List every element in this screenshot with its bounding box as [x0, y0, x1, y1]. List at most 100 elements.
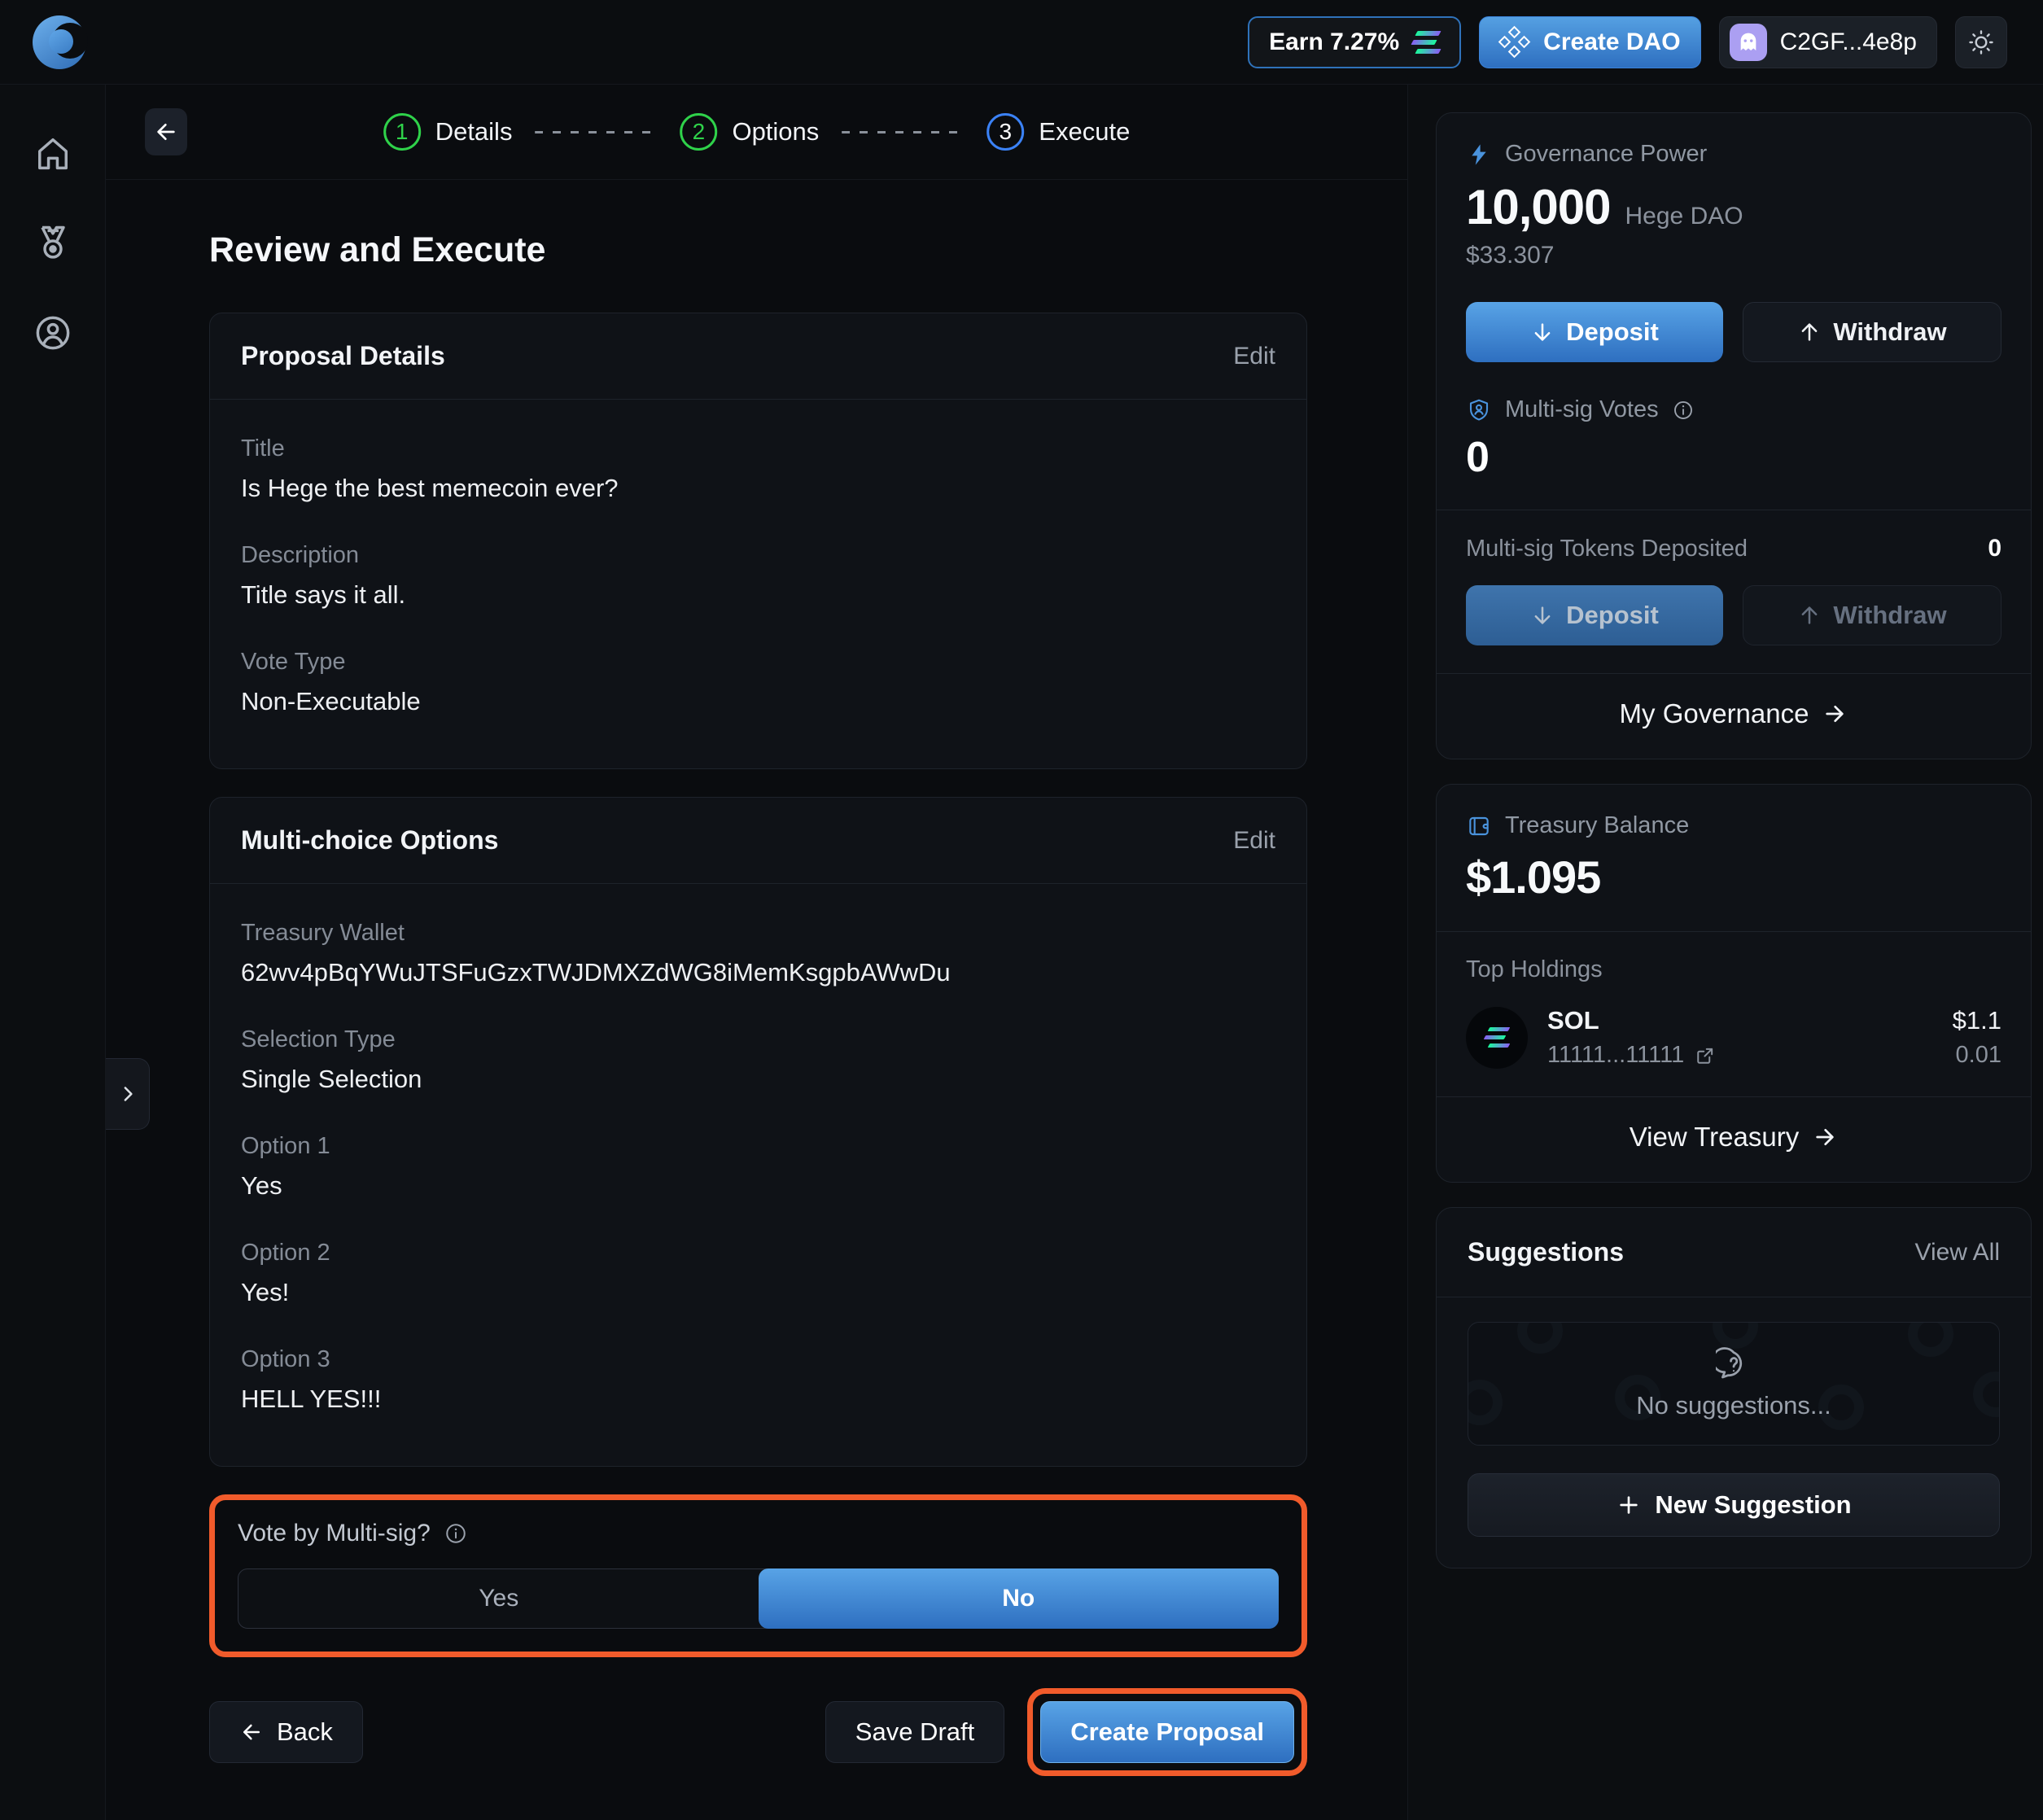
- option-3-label: Option 3: [241, 1346, 330, 1372]
- treasury-wallet-label: Treasury Wallet: [241, 920, 405, 946]
- step-execute-number: 3: [987, 113, 1025, 151]
- view-treasury-label: View Treasury: [1629, 1122, 1800, 1152]
- arrow-right-icon: [1822, 701, 1848, 727]
- arrow-left-icon: [153, 119, 179, 145]
- multisig-withdraw-button[interactable]: Withdraw: [1743, 585, 2001, 645]
- token-address-link[interactable]: 11111...11111: [1547, 1042, 1717, 1069]
- arrow-up-icon: [1797, 603, 1822, 628]
- option-1-field: Option 1 Yes: [241, 1133, 1275, 1201]
- info-icon[interactable]: [1672, 399, 1695, 422]
- governance-power-amount: 10,000: [1466, 180, 1612, 234]
- theme-toggle-button[interactable]: [1955, 15, 2007, 68]
- proposal-vote-type-field: Vote Type Non-Executable: [241, 649, 1275, 716]
- topbar-actions: Earn 7.27% Create DAO C2GF...4e8p: [1248, 15, 2007, 68]
- multisig-votes-label: Multi-sig Votes: [1505, 396, 1659, 422]
- multisig-tokens-label: Multi-sig Tokens Deposited: [1466, 535, 1748, 562]
- step-details-label: Details: [435, 117, 513, 146]
- logo-pattern: [1468, 1380, 1503, 1425]
- create-proposal-highlight: Create Proposal: [1027, 1688, 1307, 1776]
- wallet-address-label: C2GF...4e8p: [1779, 28, 1917, 55]
- step-connector: [842, 130, 965, 133]
- sun-icon: [1966, 28, 1996, 57]
- wallet-button[interactable]: C2GF...4e8p: [1718, 15, 1937, 68]
- top-holdings-label: Top Holdings: [1466, 956, 1603, 982]
- create-proposal-button[interactable]: Create Proposal: [1040, 1701, 1294, 1763]
- withdraw-label: Withdraw: [1833, 317, 1947, 346]
- suggestions-view-all-link[interactable]: View All: [1914, 1239, 2000, 1267]
- step-details-number: 1: [383, 113, 421, 151]
- treasury-balance-card: Treasury Balance $1.095 Top Holdings SOL…: [1436, 784, 2032, 1183]
- proposal-vote-type-label: Vote Type: [241, 649, 346, 675]
- my-governance-label: My Governance: [1619, 698, 1809, 728]
- sidebar-expand-button[interactable]: [106, 1058, 150, 1130]
- proposal-details-title: Proposal Details: [241, 341, 445, 370]
- step-details[interactable]: 1 Details: [383, 113, 513, 151]
- back-action-button[interactable]: Back: [209, 1701, 363, 1763]
- sidebar-item-rewards[interactable]: [31, 221, 75, 265]
- selection-type-label: Selection Type: [241, 1026, 396, 1052]
- sidebar-item-home[interactable]: [31, 132, 75, 176]
- create-dao-button[interactable]: Create DAO: [1479, 15, 1701, 68]
- governance-dao-name: Hege DAO: [1625, 203, 1743, 230]
- user-circle-icon: [32, 312, 74, 354]
- arrow-right-icon: [1812, 1124, 1838, 1150]
- my-governance-link[interactable]: My Governance: [1466, 674, 2001, 734]
- treasury-balance-amount: $1.095: [1466, 851, 1601, 903]
- back-action-label: Back: [277, 1717, 333, 1746]
- withdraw-button[interactable]: Withdraw: [1743, 302, 2001, 362]
- token-symbol: SOL: [1547, 1006, 1599, 1035]
- medal-icon: [32, 222, 74, 265]
- proposal-details-edit-link[interactable]: Edit: [1233, 343, 1275, 370]
- no-suggestions-panel: No suggestions...: [1468, 1322, 2000, 1446]
- proposal-details-card: Proposal Details Edit Title Is Hege the …: [209, 313, 1307, 769]
- sidebar-item-profile[interactable]: [31, 311, 75, 355]
- earn-button[interactable]: Earn 7.27%: [1248, 15, 1462, 68]
- treasury-wallet-value: 62wv4pBqYWuJTSFuGzxTWJDMXZdWG8iMemKsgpbA…: [241, 958, 951, 987]
- step-execute-label: Execute: [1039, 117, 1131, 146]
- suggestions-card: Suggestions View All No suggestions... N…: [1436, 1207, 2032, 1568]
- new-suggestion-button[interactable]: New Suggestion: [1468, 1473, 2000, 1537]
- step-connector: [535, 130, 658, 133]
- external-link-icon: [1694, 1044, 1717, 1067]
- phantom-wallet-icon: [1729, 23, 1767, 61]
- sol-token-icon: [1466, 1006, 1528, 1069]
- step-options[interactable]: 2 Options: [680, 113, 819, 151]
- option-2-value: Yes!: [241, 1278, 290, 1306]
- arrow-left-icon: [239, 1720, 264, 1744]
- holding-row-sol: SOL 11111...11111 $1.1 0.01: [1466, 1006, 2001, 1069]
- back-button[interactable]: [145, 108, 187, 155]
- page-title: Review and Execute: [209, 230, 546, 269]
- deposit-button[interactable]: Deposit: [1466, 302, 1723, 362]
- option-2-field: Option 2 Yes!: [241, 1240, 1275, 1307]
- bolt-icon: [1466, 142, 1492, 168]
- plus-icon: [1616, 1492, 1642, 1518]
- selection-type-field: Selection Type Single Selection: [241, 1026, 1275, 1094]
- create-dao-label: Create DAO: [1543, 28, 1681, 55]
- governance-power-title: Governance Power: [1505, 141, 1708, 167]
- app-logo-icon[interactable]: [33, 15, 88, 69]
- option-2-label: Option 2: [241, 1240, 330, 1266]
- view-treasury-link[interactable]: View Treasury: [1466, 1097, 2001, 1157]
- actions-row: Back Save Draft Create Proposal: [209, 1688, 1307, 1776]
- multi-choice-options-edit-link[interactable]: Edit: [1233, 827, 1275, 855]
- arrow-up-icon: [1797, 320, 1822, 344]
- logo-pattern: [1517, 1323, 1563, 1354]
- multisig-deposit-button[interactable]: Deposit: [1466, 585, 1723, 645]
- app-shell: 1 Details 2 Options 3 Execute Review and…: [0, 85, 2043, 1820]
- stepper: 1 Details 2 Options 3 Execute: [383, 113, 1130, 151]
- step-execute[interactable]: 3 Execute: [987, 113, 1130, 151]
- treasury-wallet-field: Treasury Wallet 62wv4pBqYWuJTSFuGzxTWJDM…: [241, 920, 1275, 987]
- multisig-toggle-no[interactable]: No: [758, 1568, 1279, 1629]
- multisig-toggle-yes[interactable]: Yes: [238, 1569, 759, 1628]
- no-suggestions-text: No suggestions...: [1636, 1391, 1831, 1420]
- multisig-votes-value: 0: [1466, 434, 1490, 481]
- info-icon[interactable]: [444, 1521, 468, 1546]
- step-options-label: Options: [732, 117, 820, 146]
- option-1-value: Yes: [241, 1171, 282, 1200]
- logo-pattern: [1973, 1372, 1999, 1417]
- dao-diamonds-icon: [1498, 25, 1531, 58]
- suggestions-title: Suggestions: [1468, 1237, 1625, 1267]
- save-draft-button[interactable]: Save Draft: [825, 1701, 1005, 1763]
- multisig-toggle: Yes No: [238, 1568, 1279, 1629]
- stepper-bar: 1 Details 2 Options 3 Execute: [106, 85, 1407, 180]
